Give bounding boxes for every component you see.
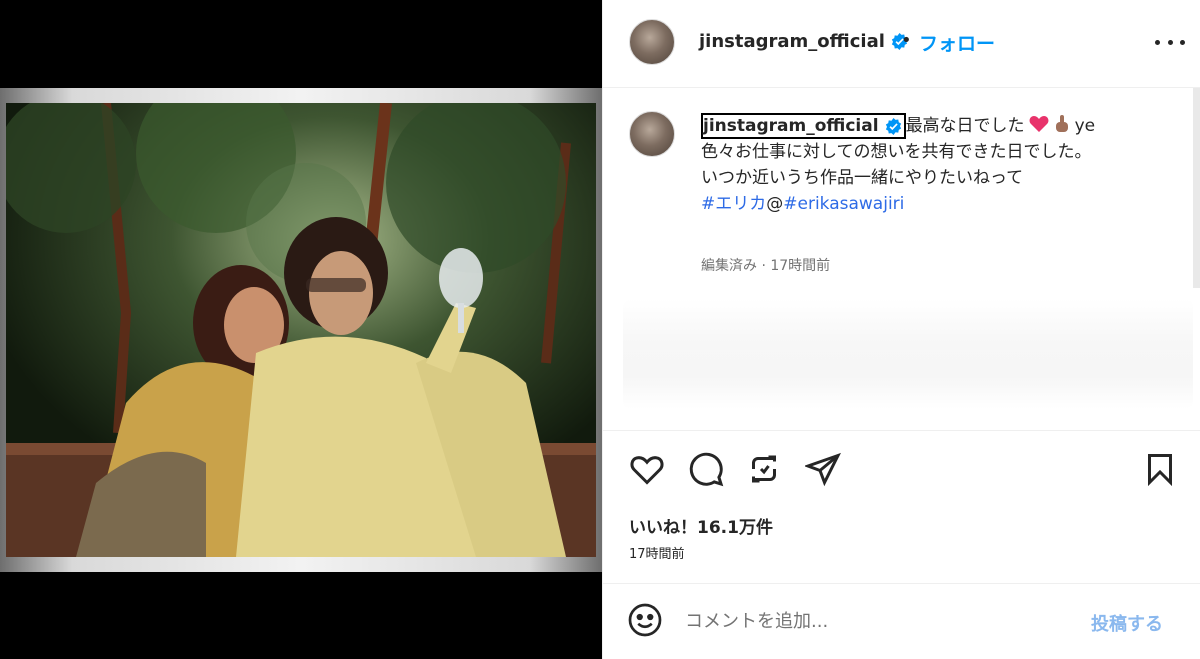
share-icon-svg	[803, 452, 841, 487]
caption-meta: 編集済み · 17時間前	[701, 258, 831, 274]
repost-icon-svg	[752, 455, 776, 483]
comment-bar: 投稿する	[603, 583, 1200, 659]
post-comment-button[interactable]: 投稿する	[1091, 610, 1163, 636]
caption-text: jinstagram_official 最高な日でした ye 色々お仕事に対して…	[701, 113, 1171, 217]
author-username[interactable]: jinstagram_official	[699, 31, 885, 52]
post-photo[interactable]	[6, 103, 596, 557]
scrollbar[interactable]	[1193, 88, 1200, 288]
hashtag-link[interactable]: #エリカ	[701, 194, 766, 214]
header-separator: •	[901, 30, 912, 51]
repost-icon[interactable]	[746, 451, 782, 487]
comment-icon[interactable]	[688, 451, 724, 487]
caption-line1-tail: ye	[1074, 116, 1096, 136]
caption-author-avatar[interactable]	[629, 111, 675, 157]
comment-input[interactable]	[685, 606, 1065, 636]
heart-icon[interactable]	[629, 451, 665, 487]
post-time[interactable]: 17時間前	[629, 543, 685, 562]
emoji-icon[interactable]	[627, 602, 663, 638]
post-side-panel: jinstagram_official • フォロー jinstagram_of…	[602, 0, 1200, 659]
bookmark-icon[interactable]	[1142, 451, 1178, 487]
post-media	[0, 0, 602, 659]
emoji-icon-svg	[628, 603, 662, 637]
comments-placeholder	[623, 299, 1193, 409]
likes-count[interactable]: いいね！16.1万件	[629, 513, 773, 538]
more-dot	[1167, 39, 1173, 45]
mention-at: @	[766, 194, 784, 214]
photo-illustration	[6, 103, 596, 557]
caption-section: jinstagram_official 最高な日でした ye 色々お仕事に対して…	[603, 89, 1200, 429]
share-icon[interactable]	[803, 451, 841, 487]
hashtag-link-2[interactable]: #erikasawajiri	[783, 194, 904, 214]
more-dot	[1155, 39, 1160, 45]
instagram-post-view: jinstagram_official • フォロー jinstagram_of…	[0, 0, 1200, 659]
caption-username-text[interactable]: jinstagram_official	[703, 115, 879, 137]
author-username-row[interactable]: jinstagram_official	[699, 31, 908, 52]
follow-button[interactable]: フォロー	[919, 29, 995, 56]
more-dot	[1180, 39, 1185, 45]
heart-emoji-icon	[1029, 116, 1049, 132]
comment-icon-svg	[689, 452, 724, 487]
verified-badge-icon	[885, 117, 901, 135]
caption-line2: 色々お仕事に対しての想いを共有できた日でした。	[701, 142, 1092, 162]
more-options-icon[interactable]	[1155, 30, 1185, 54]
hand-emoji-icon	[1055, 115, 1068, 132]
caption-line3: いつか近いうち作品一緒にやりたいねって	[701, 168, 1024, 188]
post-header: jinstagram_official • フォロー	[603, 0, 1200, 88]
actions-bar: いいね！16.1万件 17時間前	[603, 430, 1200, 582]
caption-line1: 最高な日でした	[905, 116, 1025, 136]
caption-username[interactable]: jinstagram_official	[701, 113, 906, 139]
bookmark-icon-svg	[1148, 454, 1172, 487]
heart-icon-svg	[630, 456, 664, 485]
author-avatar[interactable]	[629, 19, 675, 65]
